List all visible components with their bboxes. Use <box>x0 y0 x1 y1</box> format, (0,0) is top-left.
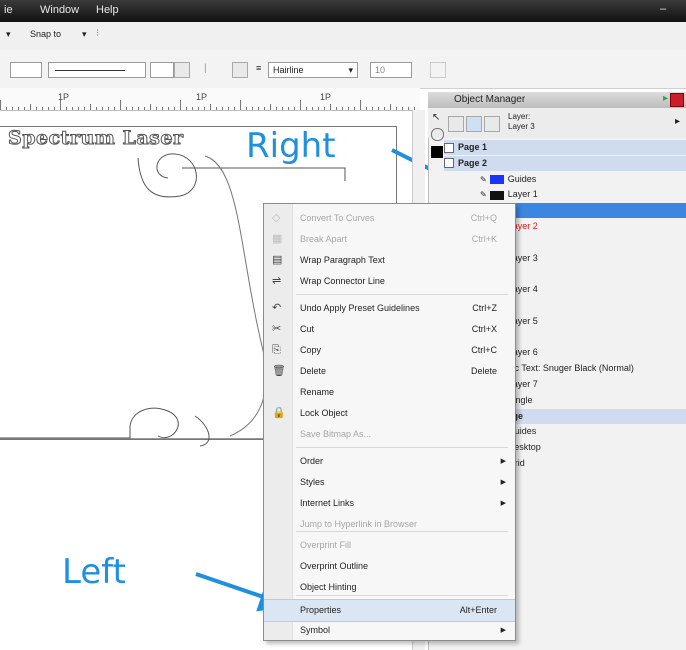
menu-item-label: Wrap Connector Line <box>300 276 385 286</box>
menu-item-internet-links[interactable]: Internet Links ▶ <box>264 493 515 514</box>
object-tree-row[interactable]: Curve <box>492 266 686 281</box>
object-tree-row[interactable]: Artistic Text: Snuger Black (Normal) <box>492 361 686 376</box>
layer-color-swatch <box>489 190 504 200</box>
menu-item-cut[interactable]: ✂ Cut Ctrl+X <box>264 319 515 340</box>
menu-item-overprint-fill[interactable]: Overprint Fill <box>264 535 515 556</box>
menu-item-label: Lock Object <box>300 408 348 418</box>
panel-close-icon[interactable] <box>670 93 684 107</box>
object-manager-title-bar: Object Manager ▸ <box>428 92 686 108</box>
layer-manager-view-button[interactable] <box>484 116 500 132</box>
panel-pin-icon[interactable]: ▸ <box>663 93 668 104</box>
undo-icon: ↶ <box>272 302 282 314</box>
menu-item-label: Delete <box>300 366 327 376</box>
submenu-arrow-icon: ▶ <box>500 500 506 507</box>
menu-item-undo-apply-preset-guidelines[interactable]: ↶ Undo Apply Preset Guidelines Ctrl+Z <box>264 298 515 319</box>
menu-item-label: Cut <box>300 324 315 334</box>
layer-label: Layer: <box>508 112 531 121</box>
fill-color-swatch[interactable] <box>431 146 443 158</box>
delete-icon: 🗑 <box>272 365 286 377</box>
panel-menu-icon[interactable]: ▸ <box>675 116 680 127</box>
object-tree-row[interactable]: Curve <box>492 235 686 250</box>
pick-tool-icon[interactable]: ↖ <box>432 112 440 123</box>
menu-item-symbol[interactable]: Symbol ▶ <box>264 620 515 641</box>
object-tree-label: Guides <box>507 173 537 184</box>
menu-item-label: Overprint Outline <box>300 561 369 571</box>
menu-item-label: Break Apart <box>300 234 348 244</box>
menu-item-shortcut: Ctrl+X <box>471 324 497 334</box>
zoom-tool-icon[interactable] <box>431 128 444 141</box>
object-tree-label: Page 2 <box>458 157 488 168</box>
lock-icon: 🔒 <box>272 407 286 419</box>
menu-item-delete[interactable]: 🗑 Delete Delete <box>264 361 515 382</box>
menu-item-copy[interactable]: ⎘ Copy Ctrl+C <box>264 340 515 361</box>
object-tree-row[interactable]: Curve <box>492 298 686 313</box>
menu-item-wrap-connector-line[interactable]: ⇌ Wrap Connector Line <box>264 271 515 292</box>
menu-item-order[interactable]: Order ▶ <box>264 451 515 472</box>
object-manager-title: Object Manager <box>454 94 526 105</box>
object-tree-row[interactable]: Curve <box>492 203 686 219</box>
edit-across-layers-button[interactable] <box>466 116 482 132</box>
menu-item-label: Wrap Paragraph Text <box>300 255 385 265</box>
menu-item-lock-object[interactable]: 🔒 Lock Object <box>264 403 515 424</box>
object-tree-row[interactable]: Curve <box>492 330 686 345</box>
object-tree-row[interactable]: Rectangle <box>492 393 686 408</box>
menu-item-shortcut: Ctrl+Q <box>470 213 497 223</box>
menu-item-label: Copy <box>300 345 322 355</box>
menu-item-label: Symbol <box>300 625 331 635</box>
object-tree-row[interactable]: Page 2 <box>444 155 686 171</box>
menu-item-label: Properties <box>300 605 342 615</box>
menu-item-label: Order <box>300 456 324 466</box>
object-tree-label: Page 1 <box>458 142 488 152</box>
menu-item-label: Rename <box>300 387 335 397</box>
submenu-arrow-icon: ▶ <box>500 479 506 486</box>
object-tree-row[interactable]: Page 1 <box>444 140 686 155</box>
layer-visibility-icon[interactable]: ✎ <box>480 190 487 199</box>
object-tree-label: Layer 1 <box>507 189 538 200</box>
expand-icon[interactable] <box>444 142 454 153</box>
cut-icon: ✂ <box>272 323 282 335</box>
layer-visibility-icon[interactable]: ✎ <box>480 175 487 184</box>
context-menu: ◇ Convert To Curves Ctrl+Q ▦ Break Apart Ctrl… <box>263 203 516 641</box>
menu-item-shortcut: Delete <box>470 366 497 376</box>
menu-item-label: Object Hinting <box>300 582 357 592</box>
menu-item-shortcut: Ctrl+Z <box>472 303 497 313</box>
submenu-arrow-icon: ▶ <box>500 458 506 465</box>
menu-item-break-apart[interactable]: ▦ Break Apart Ctrl+K <box>264 229 515 250</box>
menu-item-label: Convert To Curves <box>300 213 375 223</box>
menu-item-wrap-paragraph-text[interactable]: ▤ Wrap Paragraph Text <box>264 250 515 271</box>
layer-color-swatch <box>489 174 504 184</box>
submenu-arrow-icon: ▶ <box>500 627 506 634</box>
menu-item-label: Overprint Fill <box>300 540 352 550</box>
layer-value: Layer 3 <box>508 122 535 131</box>
wrap-icon: ▤ <box>272 254 283 266</box>
expand-icon[interactable] <box>444 158 454 169</box>
menu-item-overprint-outline[interactable]: Overprint Outline <box>264 556 515 577</box>
menu-item-shortcut: Ctrl+K <box>471 234 497 244</box>
menu-item-label: Save Bitmap As... <box>300 429 372 439</box>
menu-item-shortcut: Ctrl+C <box>471 345 497 355</box>
object-tree-row[interactable]: ✎ Layer 1 <box>480 187 686 202</box>
connector-icon: ⇌ <box>272 275 282 287</box>
menu-item-styles[interactable]: Styles ▶ <box>264 472 515 493</box>
object-manager-toolbar: Layer: Layer 3 ▸ <box>428 108 686 138</box>
menu-item-properties[interactable]: Properties Alt+Enter <box>264 599 515 622</box>
menu-item-object-hinting[interactable]: Object Hinting <box>264 577 515 598</box>
menu-item-convert-to-curves[interactable]: ◇ Convert To Curves Ctrl+Q <box>264 208 515 229</box>
menu-item-label: Styles <box>300 477 325 487</box>
object-tree-row[interactable]: ✎ Guides <box>480 172 686 187</box>
menu-separator <box>296 294 508 295</box>
break-apart-icon: ▦ <box>272 233 283 245</box>
menu-item-label: Internet Links <box>300 498 355 508</box>
menu-item-label: Jump to Hyperlink in Browser <box>300 519 418 529</box>
menu-separator <box>296 447 508 448</box>
menu-item-rename[interactable]: Rename <box>264 382 515 403</box>
left-toolbox: ↖ <box>430 110 444 158</box>
copy-icon: ⎘ <box>272 344 281 356</box>
menu-item-shortcut: Alt+Enter <box>459 605 497 615</box>
show-properties-button[interactable] <box>448 116 464 132</box>
menu-item-label: Undo Apply Preset Guidelines <box>300 303 420 313</box>
convert-icon: ◇ <box>272 212 281 224</box>
menu-item-jump-to-hyperlink-in-browser[interactable]: Jump to Hyperlink in Browser <box>264 514 515 535</box>
menu-item-save-bitmap-as[interactable]: Save Bitmap As... <box>264 424 515 445</box>
